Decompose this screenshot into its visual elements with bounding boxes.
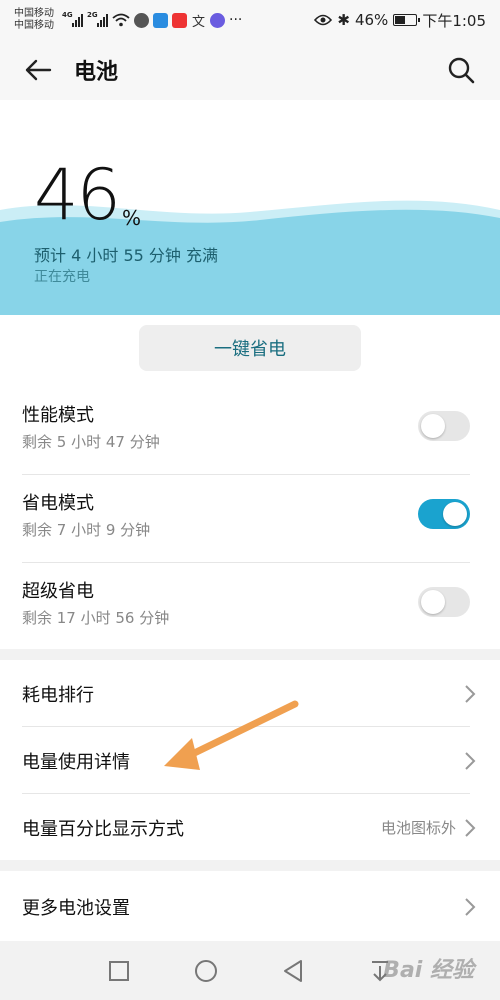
carrier-1: 中国移动 (14, 8, 54, 19)
row-label: 电量使用详情 (22, 751, 130, 773)
charge-estimate: 预计 4 小时 55 分钟 充满 (34, 246, 218, 265)
text-app-icon: 文 (191, 14, 205, 30)
mode-item-ultra-saving: 超级省电 剩余 17 小时 56 分钟 (0, 563, 500, 651)
battery-percent: 46% (354, 11, 389, 29)
circle-icon (195, 960, 217, 982)
app-bar: 电池 (0, 40, 500, 100)
wifi-icon (112, 13, 130, 27)
power-saving-mode-toggle[interactable] (418, 499, 470, 529)
battery-settings-list: 耗电排行 电量使用详情 电量百分比显示方式 电池图标外 (0, 660, 500, 860)
chevron-right-icon (465, 685, 476, 703)
chevron-right-icon (465, 752, 476, 770)
search-icon (448, 57, 475, 84)
back-button[interactable] (8, 40, 68, 100)
battery-level: 46 (34, 154, 121, 236)
chevron-right-icon (465, 819, 476, 837)
mode-remaining: 剩余 7 小时 9 分钟 (22, 521, 151, 539)
more-battery-settings-row[interactable]: 更多电池设置 (0, 873, 500, 940)
watermark: Bai 经验 (383, 958, 474, 983)
mode-item-power-saving: 省电模式 剩余 7 小时 9 分钟 (0, 475, 500, 563)
row-label: 更多电池设置 (22, 897, 130, 919)
usage-details-row[interactable]: 电量使用详情 (0, 727, 500, 794)
row-label: 电量百分比显示方式 (22, 818, 184, 840)
ultra-saving-mode-toggle[interactable] (418, 587, 470, 617)
eye-icon (314, 14, 333, 26)
more-settings-section: 更多电池设置 (0, 871, 500, 941)
blue-app-icon (153, 12, 168, 28)
charging-status: 正在充电 (34, 269, 90, 285)
home-button[interactable] (190, 955, 222, 987)
signal-1-tag: 4G (62, 11, 73, 19)
globe-app-icon (134, 12, 149, 28)
percentage-display-row[interactable]: 电量百分比显示方式 电池图标外 (0, 794, 500, 861)
battery-icon (393, 14, 421, 26)
mode-title: 性能模式 (22, 405, 94, 426)
battery-hero: 46 % 预计 4 小时 55 分钟 充满 正在充电 (0, 100, 500, 315)
battery-level-unit: % (122, 206, 142, 230)
square-icon (109, 961, 129, 981)
search-button[interactable] (436, 45, 486, 95)
back-arrow-icon (25, 59, 52, 81)
row-label: 耗电排行 (22, 684, 94, 706)
signal-2-tag: 2G (87, 11, 98, 19)
mode-remaining: 剩余 17 小时 56 分钟 (22, 609, 170, 627)
recents-button[interactable] (103, 955, 135, 987)
bluetooth-icon: ✱ (337, 11, 350, 29)
mode-title: 超级省电 (22, 581, 94, 602)
triangle-back-icon (284, 960, 302, 982)
carrier-labels: 中国移动 中国移动 (14, 8, 54, 32)
back-nav-button[interactable] (277, 955, 309, 987)
red-app-icon (172, 12, 187, 28)
performance-mode-toggle[interactable] (418, 411, 470, 441)
signal-icon-2: 2G (87, 11, 108, 27)
row-value: 电池图标外 (380, 819, 456, 837)
one-key-save-section: 一键省电 (0, 315, 500, 387)
power-ranking-row[interactable]: 耗电排行 (0, 660, 500, 727)
chevron-right-icon (465, 898, 476, 916)
power-mode-list: 性能模式 剩余 5 小时 47 分钟 省电模式 剩余 7 小时 9 分钟 超级省… (0, 387, 500, 649)
status-bar: 中国移动 中国移动 4G 2G 文 ··· ✱ 46% 下午1:05 (0, 0, 500, 40)
page-title: 电池 (74, 60, 119, 85)
clock: 下午1:05 (422, 11, 486, 30)
mode-title: 省电模式 (22, 493, 94, 514)
purple-app-icon (210, 12, 225, 28)
more-notifications-icon: ··· (229, 12, 243, 28)
mode-item-performance: 性能模式 剩余 5 小时 47 分钟 (0, 387, 500, 475)
status-left: 中国移动 中国移动 4G 2G 文 ··· (14, 8, 242, 32)
signal-icon-1: 4G (62, 11, 83, 27)
mode-remaining: 剩余 5 小时 47 分钟 (22, 433, 160, 451)
one-key-save-button[interactable]: 一键省电 (139, 325, 361, 371)
carrier-2: 中国移动 (14, 20, 54, 31)
status-right: ✱ 46% 下午1:05 (314, 10, 486, 31)
